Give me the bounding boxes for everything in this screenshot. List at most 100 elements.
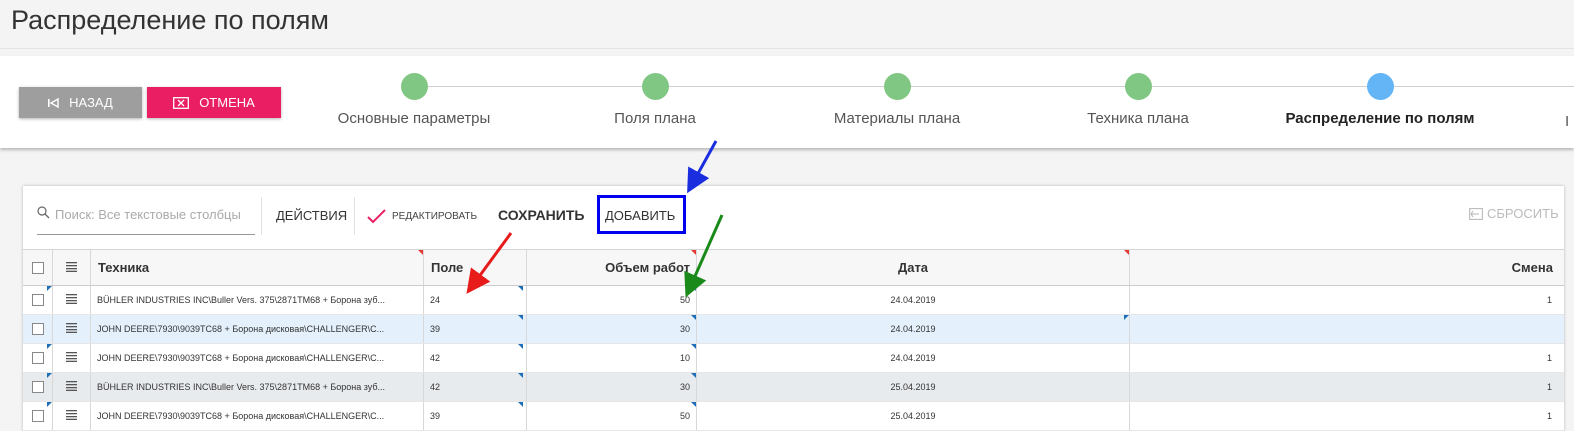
row-checkbox[interactable] [31, 323, 44, 335]
table-row[interactable]: BÜHLER INDUSTRIES INC\Buller Vers. 375\2… [23, 286, 1564, 315]
cell-shift[interactable]: 1 [1129, 402, 1564, 430]
row-menu-cell [52, 344, 90, 372]
column-header-technique[interactable]: Техника [90, 250, 423, 285]
cell-technique[interactable]: BÜHLER INDUSTRIES INC\Buller Vers. 375\2… [90, 373, 423, 401]
step-label-active: Распределение по полям [1285, 110, 1475, 127]
distribution-grid-panel: ДЕЙСТВИЯ РЕДАКТИРОВАТЬ СОХРАНИТЬ ДОБАВИТ… [23, 186, 1564, 431]
menu-lines-icon[interactable] [66, 323, 77, 335]
cell-volume[interactable]: 30 [526, 373, 696, 401]
cell-date[interactable]: 24.04.2019 [696, 315, 1129, 343]
cell-shift[interactable]: 1 [1129, 344, 1564, 372]
step-plan-machinery[interactable]: Техника плана [1018, 73, 1258, 127]
step-label: Основные параметры [337, 110, 491, 127]
edited-marker [691, 344, 696, 349]
table-row[interactable]: JOHN DEERE\7930\9039ТС68 + Борона дисков… [23, 402, 1564, 431]
row-select-cell [23, 315, 52, 343]
menu-lines-icon[interactable] [66, 294, 77, 306]
row-checkbox[interactable] [31, 294, 44, 306]
cell-date[interactable]: 24.04.2019 [696, 286, 1129, 314]
cell-technique[interactable]: BÜHLER INDUSTRIES INC\Buller Vers. 375\2… [90, 286, 423, 314]
column-header-field[interactable]: Поле [423, 250, 526, 285]
page-title: Распределение по полям [11, 5, 329, 35]
toolbar-divider [354, 197, 355, 235]
column-header-shift[interactable]: Смена [1129, 250, 1564, 285]
row-menu-cell [52, 402, 90, 430]
cell-field[interactable]: 42 [423, 344, 526, 372]
cell-date[interactable]: 24.04.2019 [696, 344, 1129, 372]
table-row[interactable]: JOHN DEERE\7930\9039ТС68 + Борона дисков… [23, 315, 1564, 344]
edited-marker [691, 402, 696, 407]
row-menu-cell [52, 315, 90, 343]
step-dot [1124, 73, 1152, 100]
step-dot-active [1366, 73, 1394, 100]
back-button[interactable]: НАЗАД [19, 87, 142, 118]
select-all-cell [23, 250, 52, 285]
menu-lines-icon[interactable] [66, 410, 77, 422]
edited-marker [47, 344, 52, 349]
column-title: Поле [431, 260, 464, 275]
cell-technique[interactable]: JOHN DEERE\7930\9039ТС68 + Борона дисков… [90, 344, 423, 372]
column-header-date[interactable]: Дата [696, 250, 1129, 285]
cell-volume[interactable]: 50 [526, 402, 696, 430]
menu-lines-icon[interactable] [66, 381, 77, 393]
search-input[interactable] [55, 207, 251, 222]
step-label: Техника плана [1087, 110, 1189, 127]
step-field-distribution[interactable]: Распределение по полям [1260, 73, 1500, 127]
edited-marker [1124, 315, 1129, 320]
save-button[interactable]: СОХРАНИТЬ [498, 207, 584, 223]
row-menu-header [52, 250, 90, 285]
cell-field[interactable]: 42 [423, 373, 526, 401]
cell-shift[interactable]: 1 [1129, 286, 1564, 314]
column-title: Объем работ [605, 260, 690, 275]
edited-marker [691, 286, 696, 291]
reset-button-label: СБРОСИТЬ [1487, 206, 1559, 221]
select-all-checkbox[interactable] [31, 261, 44, 274]
cell-technique[interactable]: JOHN DEERE\7930\9039ТС68 + Борона дисков… [90, 315, 423, 343]
column-title: Техника [98, 260, 150, 275]
step-dot [400, 73, 428, 100]
table-row[interactable]: JOHN DEERE\7930\9039ТС68 + Борона дисков… [23, 344, 1564, 373]
step-main-params[interactable]: Основные параметры [294, 73, 534, 127]
required-marker [691, 250, 696, 255]
cancel-button-label: ОТМЕНА [199, 95, 255, 110]
cancel-button[interactable]: ОТМЕНА [147, 87, 281, 118]
toolbar-divider [261, 197, 262, 235]
edited-marker [518, 344, 523, 349]
cell-volume[interactable]: 30 [526, 315, 696, 343]
wizard-header: НАЗАД ОТМЕНА Основные параметры Поля пла… [0, 56, 1574, 148]
cell-shift[interactable] [1129, 315, 1564, 343]
step-dot [883, 73, 911, 100]
menu-lines-icon[interactable] [66, 260, 77, 275]
step-plan-fields[interactable]: Поля плана [535, 73, 775, 127]
table-row[interactable]: BÜHLER INDUSTRIES INC\Buller Vers. 375\2… [23, 373, 1564, 402]
cell-field[interactable]: 24 [423, 286, 526, 314]
reset-button[interactable]: СБРОСИТЬ [1469, 206, 1559, 221]
column-header-volume[interactable]: Объем работ [526, 250, 696, 285]
search-icon [37, 206, 50, 224]
edit-button[interactable]: РЕДАКТИРОВАТЬ [367, 209, 477, 224]
cell-volume[interactable]: 10 [526, 344, 696, 372]
skip-back-icon [48, 97, 59, 108]
step-label: Материалы плана [833, 110, 961, 127]
edited-marker [518, 315, 523, 320]
cell-volume[interactable]: 50 [526, 286, 696, 314]
cell-shift[interactable]: 1 [1129, 373, 1564, 401]
reset-icon [1469, 207, 1483, 220]
edit-button-label: РЕДАКТИРОВАТЬ [392, 211, 478, 222]
row-checkbox[interactable] [31, 352, 44, 364]
cell-field[interactable]: 39 [423, 402, 526, 430]
row-checkbox[interactable] [31, 410, 44, 422]
cell-date[interactable]: 25.04.2019 [696, 402, 1129, 430]
row-checkbox[interactable] [31, 381, 44, 393]
cell-technique[interactable]: JOHN DEERE\7930\9039ТС68 + Борона дисков… [90, 402, 423, 430]
cell-date[interactable]: 25.04.2019 [696, 373, 1129, 401]
edited-marker [518, 402, 523, 407]
step-plan-materials[interactable]: Материалы плана [777, 73, 1017, 127]
cell-field[interactable]: 39 [423, 315, 526, 343]
grid-toolbar: ДЕЙСТВИЯ РЕДАКТИРОВАТЬ СОХРАНИТЬ ДОБАВИТ… [23, 186, 1564, 249]
add-button[interactable]: ДОБАВИТЬ [605, 208, 675, 223]
menu-lines-icon[interactable] [66, 352, 77, 364]
edited-marker [518, 286, 523, 291]
actions-menu-button[interactable]: ДЕЙСТВИЯ [276, 208, 347, 223]
edited-marker [47, 402, 52, 407]
